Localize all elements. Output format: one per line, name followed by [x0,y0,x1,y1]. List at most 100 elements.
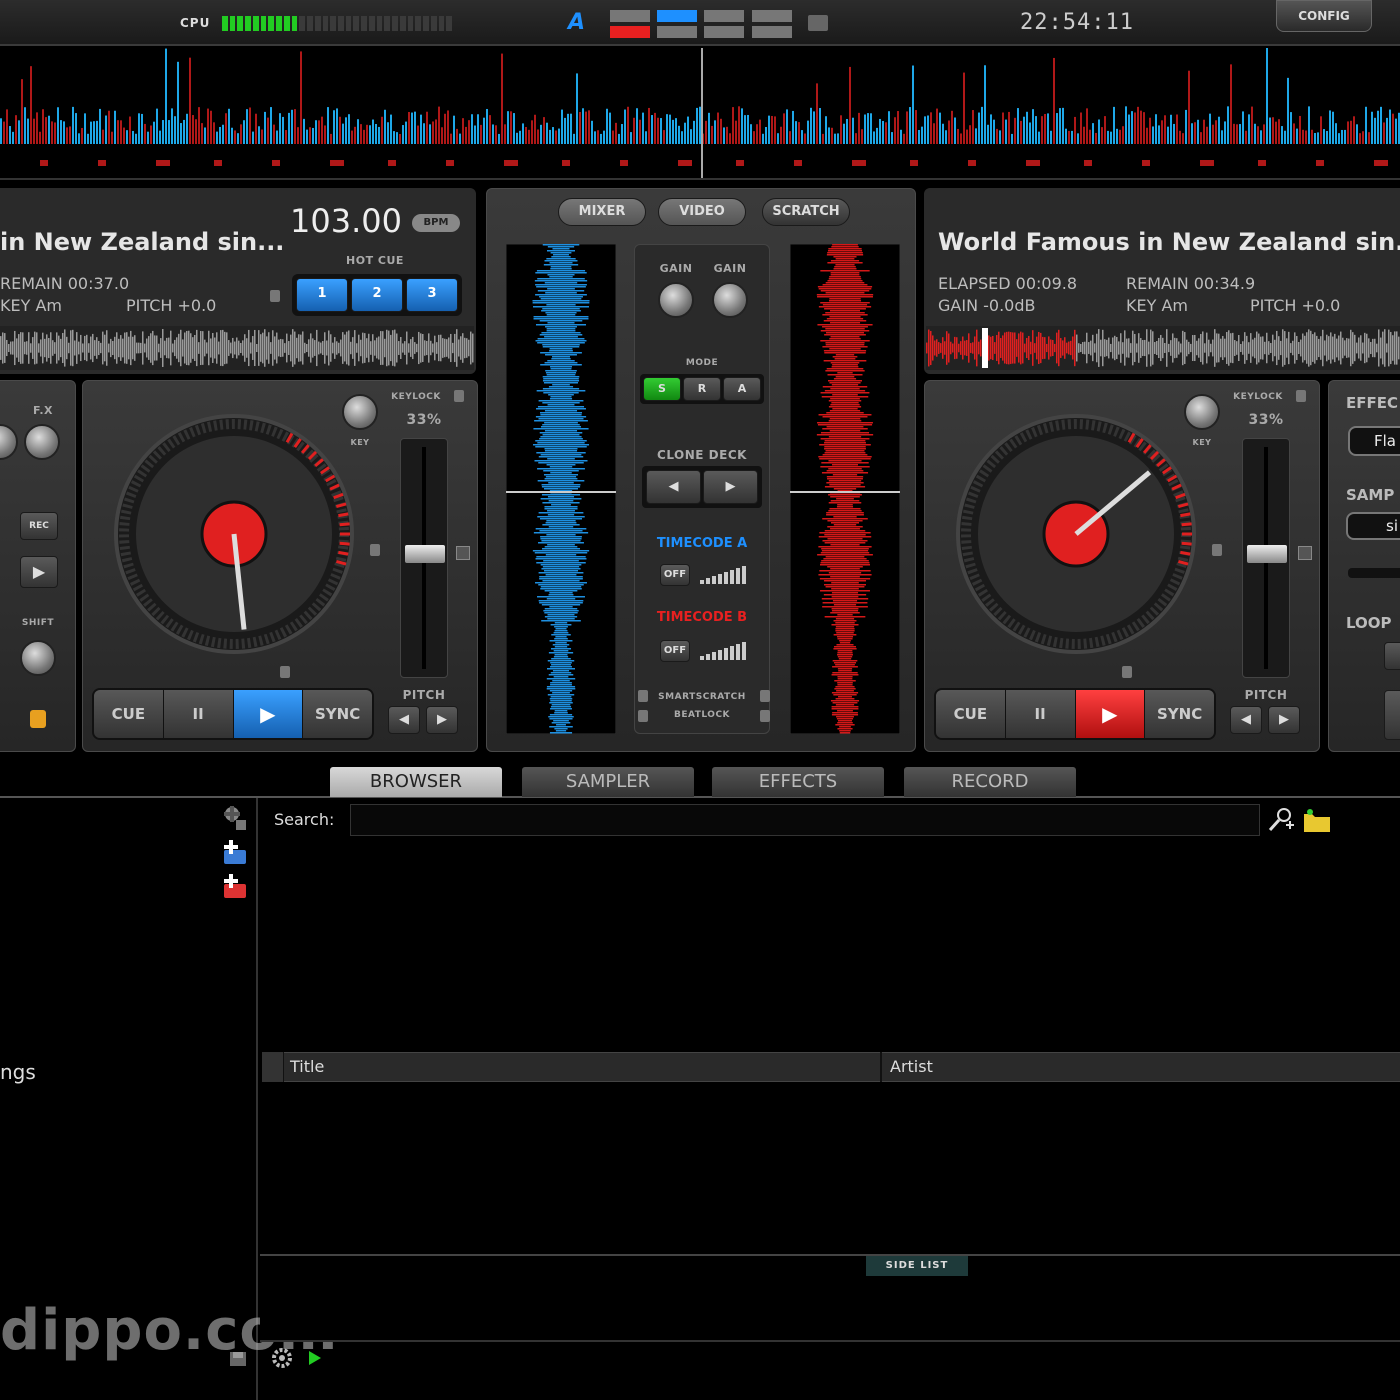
tab-sampler[interactable]: SAMPLER [522,767,694,797]
deck-right-pitch-bend-right-button[interactable]: ▶ [1268,706,1300,734]
deck-right-pitch-slider[interactable] [1242,438,1290,678]
deck-left-pitch: PITCH +0.0 [126,296,217,315]
column-title-header[interactable]: Title [284,1052,882,1082]
deck-left-title: in New Zealand sin... [0,228,285,256]
deck-left-pitch-slider[interactable] [400,438,448,678]
hot-cue-label: HOT CUE [346,254,404,267]
mode-s-button[interactable]: S [643,377,681,401]
tab-record[interactable]: RECORD [904,767,1076,797]
deck-right-play-button[interactable]: ▶ [1075,690,1146,738]
play-green-icon[interactable] [304,1348,324,1368]
deck-right-platter-lock-icon[interactable] [1122,666,1132,678]
deck-right-waveform-strip[interactable] [926,326,1400,370]
pitch-reset-icon[interactable] [456,546,470,560]
remove-folder-icon[interactable] [220,872,250,900]
timecode-b-off-button[interactable]: OFF [660,640,690,662]
tab-effects[interactable]: EFFECTS [712,767,884,797]
beatlock-lock-right-icon[interactable] [760,710,770,722]
deck-left-pause-button[interactable]: II [163,690,234,738]
tab-scratch[interactable]: SCRATCH [762,198,850,226]
deck-right-jog-wheel[interactable] [954,412,1198,656]
settings-gear-icon[interactable] [270,1346,294,1370]
deck-right-cue-button[interactable]: CUE [936,690,1006,738]
search-input[interactable] [350,804,1260,836]
layout-button-3[interactable] [704,10,744,38]
config-button[interactable]: CONFIG [1276,0,1372,32]
pitch-lock-icon[interactable] [370,544,380,556]
deck-left-waveform-strip[interactable] [0,326,474,370]
effect-select[interactable]: Fla [1348,426,1400,456]
deck-left-keylock-label: KEYLOCK [391,392,441,402]
deck-left-jog-wheel[interactable] [112,412,356,656]
sampler-select[interactable]: si [1346,512,1400,540]
side-list-button[interactable]: SIDE LIST [866,1256,968,1276]
waveform-overview[interactable] [0,48,1400,180]
deck-right-key-knob[interactable] [1184,394,1220,430]
side-list[interactable] [260,1276,1400,1340]
clone-right-button[interactable]: ▶ [703,470,758,504]
shift-knob[interactable] [20,640,56,676]
smartscratch-lock-left-icon[interactable] [638,690,648,702]
folder-tree-item[interactable]: ngs [0,1060,36,1084]
timecode-a-label: TIMECODE A [656,536,748,551]
deck-left-sync-button[interactable]: SYNC [303,690,372,738]
play-small-button[interactable]: ▶ [20,556,58,588]
deck-right-pause-button[interactable]: II [1005,690,1076,738]
tab-video[interactable]: VIDEO [658,198,746,226]
clone-deck-group: ◀ ▶ [642,466,762,508]
pitch-bend-left-button[interactable]: ◀ [388,706,420,734]
sampler-volume-slider[interactable] [1348,568,1400,578]
deck-left-remain: REMAIN 00:37.0 [0,274,130,293]
deck-right-pitch-reset-icon[interactable] [1298,546,1312,560]
hot-cue-3-button[interactable]: 3 [406,278,458,312]
deck-left-key-knob[interactable] [342,394,378,430]
clone-left-button[interactable]: ◀ [646,470,701,504]
search-options-icon[interactable] [1266,806,1296,834]
lock-icon[interactable] [270,290,280,302]
deck-left-play-button[interactable]: ▶ [233,690,304,738]
deck-left-cue-button[interactable]: CUE [94,690,164,738]
deck-right-keylock-lock-icon[interactable] [1296,390,1306,402]
layout-a-icon[interactable]: A [568,10,585,35]
tab-mixer[interactable]: MIXER [558,198,646,226]
layout-button-4[interactable] [752,10,792,38]
keylock-lock-icon[interactable] [454,390,464,402]
beatlock-lock-left-icon[interactable] [638,710,648,722]
window-icon[interactable] [808,15,828,31]
platter-lock-icon[interactable] [280,666,290,678]
side-list-divider[interactable] [260,1254,1400,1256]
left-vertical-waveform [506,244,616,734]
column-artist-header[interactable]: Artist [884,1052,1400,1082]
tab-browser[interactable]: BROWSER [330,767,502,797]
sampler-label: SAMP [1346,486,1395,504]
virtual-folder-icon[interactable] [220,804,250,832]
deck-left-transport: CUE II ▶ SYNC [92,688,374,740]
hot-cue-2-button[interactable]: 2 [351,278,403,312]
rec-button[interactable]: REC [20,512,58,540]
deck-left-keylock-value: 33% [406,412,442,428]
disk-icon[interactable] [228,1348,248,1368]
hot-cue-1-button[interactable]: 1 [296,278,348,312]
timecode-a-off-button[interactable]: OFF [660,564,690,586]
layout-button-1[interactable] [610,10,650,38]
loop-button[interactable] [1384,642,1400,670]
deck-right-elapsed: ELAPSED 00:09.8 [938,274,1078,293]
gain-right-knob[interactable] [712,282,748,318]
pitch-bend-right-button[interactable]: ▶ [426,706,458,734]
add-folder-icon[interactable] [220,838,250,866]
layout-button-2[interactable] [657,10,697,38]
mode-r-button[interactable]: R [683,377,721,401]
gain-left-knob[interactable] [658,282,694,318]
deck-right-pitch-lock-icon[interactable] [1212,544,1222,556]
smartscratch-lock-right-icon[interactable] [760,690,770,702]
mode-label: MODE [685,358,719,368]
mode-a-button[interactable]: A [723,377,761,401]
deck-left-bpm-badge[interactable]: BPM [412,214,460,232]
deck-right-pitch-bend-left-button[interactable]: ◀ [1230,706,1262,734]
file-list[interactable] [262,1082,1400,1254]
deck-right-sync-button[interactable]: SYNC [1145,690,1214,738]
folder-icon[interactable] [1302,806,1332,834]
loop-size-button[interactable] [1384,690,1400,740]
lock-orange-icon[interactable] [30,710,46,728]
fx-knob[interactable] [24,424,60,460]
